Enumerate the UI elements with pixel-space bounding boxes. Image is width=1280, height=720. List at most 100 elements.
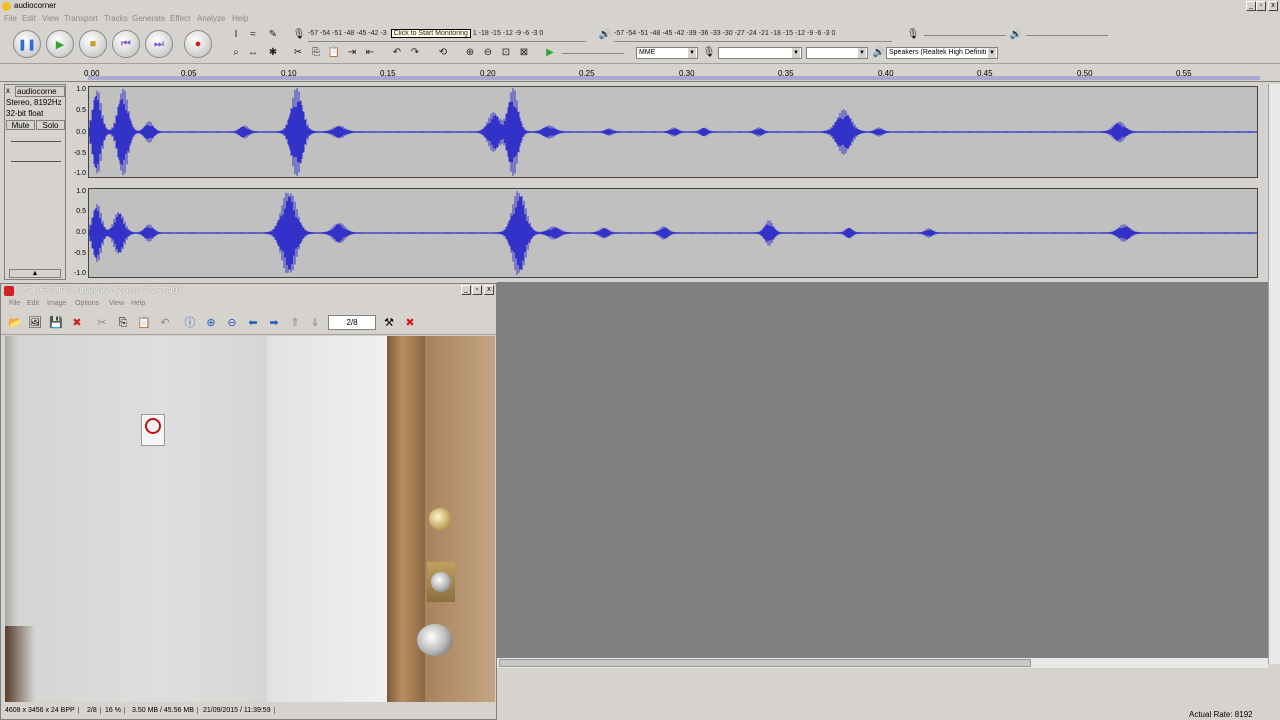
undo-icon[interactable]: ↶ [390, 46, 404, 60]
play-at-speed-icon[interactable]: ▶ [543, 46, 557, 60]
irfan-menu-options[interactable]: Options [75, 300, 99, 307]
irfan-menu-view[interactable]: View [109, 300, 124, 307]
silence-icon[interactable]: ⇤ [363, 46, 377, 60]
timeshift-tool-icon[interactable]: ↔ [246, 46, 260, 60]
input-channels-select[interactable] [806, 47, 868, 59]
menu-transport[interactable]: Transport [64, 14, 98, 23]
record-button[interactable]: ● [184, 30, 212, 58]
stop-button[interactable]: ■ [79, 30, 107, 58]
multi-tool-icon[interactable]: ✱ [266, 46, 280, 60]
gain-slider[interactable] [11, 141, 61, 142]
exit-icon[interactable]: ✖ [402, 315, 418, 331]
sync-lock-icon[interactable]: ⟲ [436, 46, 450, 60]
waveform-right-channel[interactable] [88, 188, 1258, 278]
zoom-in-icon[interactable]: ⊕ [463, 46, 477, 60]
next-icon[interactable]: ➡ [266, 315, 282, 331]
first-icon[interactable]: ⇑ [287, 315, 303, 331]
door-knob [417, 624, 453, 656]
photo-view[interactable] [5, 336, 495, 702]
menu-help[interactable]: Help [232, 14, 248, 23]
input-volume-slider[interactable] [924, 35, 1006, 36]
selection-tool-icon[interactable]: I [229, 28, 243, 42]
pan-slider[interactable] [11, 161, 61, 162]
play-button[interactable]: ▶ [46, 30, 74, 58]
irfan-menu-help[interactable]: Help [131, 300, 145, 307]
previous-icon[interactable]: ⬅ [245, 315, 261, 331]
mic-volume-icon: 🎙 [906, 29, 920, 40]
speaker-icon[interactable]: 🔊 [598, 28, 612, 42]
menu-analyze[interactable]: Analyze [197, 14, 225, 23]
save-icon[interactable]: 💾 [48, 315, 64, 331]
skip-start-button[interactable]: ⏮ [112, 30, 140, 58]
y-axis-bottom: 1.0 0.5 0.0 -0.5 -1.0 [73, 188, 86, 277]
minimize-button[interactable]: _ [1246, 1, 1256, 11]
record-meter[interactable]: -57 -54 -51 -48 -45 -42 -3 Click to Star… [308, 29, 586, 42]
settings-icon[interactable]: ⚒ [381, 315, 397, 331]
waveform-left-channel[interactable] [88, 86, 1258, 178]
open-folder-icon[interactable]: 📂 [7, 315, 23, 331]
vertical-scrollbar[interactable] [1268, 84, 1280, 664]
irfan-close-button[interactable]: x [484, 285, 494, 295]
menu-view[interactable]: View [42, 14, 59, 23]
track-name-menu[interactable]: audiocorne [15, 86, 65, 97]
irfanview-window: IMG_0695.JPG - IrfanView (Zoom: 732 x 54… [0, 283, 497, 720]
irfan-menu-image[interactable]: Image [47, 300, 66, 307]
menu-tracks[interactable]: Tracks [104, 14, 128, 23]
paste-icon[interactable]: 📋 [327, 46, 341, 60]
maximize-button[interactable]: ▫ [1256, 1, 1266, 11]
last-icon[interactable]: ⇓ [307, 315, 323, 331]
waveform-right-svg [88, 191, 1257, 275]
zoom-tool-icon[interactable]: ⌕ [229, 46, 243, 60]
output-volume-slider[interactable] [1026, 35, 1108, 36]
menu-file[interactable]: File [4, 14, 17, 23]
empty-track-area[interactable] [497, 282, 1268, 658]
fit-project-icon[interactable]: ⊠ [517, 46, 531, 60]
paste-icon[interactable]: 📋 [136, 315, 152, 331]
close-button[interactable]: x [1268, 1, 1278, 11]
page-number-field[interactable]: 2/8 [328, 315, 376, 330]
zoom-out-icon[interactable]: ⊖ [481, 46, 495, 60]
play-speed-slider[interactable] [562, 53, 624, 54]
skip-end-icon: ⏭ [154, 37, 164, 50]
collapse-track-button[interactable]: ▲ [9, 269, 61, 278]
menu-effect[interactable]: Effect [170, 14, 190, 23]
skip-end-button[interactable]: ⏭ [145, 30, 173, 58]
info-icon[interactable]: ⓘ [182, 315, 198, 331]
zoom-in-icon[interactable]: ⊕ [203, 315, 219, 331]
input-device-select[interactable] [718, 47, 802, 59]
output-device-select[interactable]: Speakers (Realtek High Definiti [886, 47, 998, 59]
horizontal-scrollbar[interactable] [497, 658, 1268, 668]
mic-icon[interactable]: 🎙 [292, 28, 306, 42]
slideshow-icon[interactable]: 🖼 [27, 315, 43, 331]
trim-icon[interactable]: ⇥ [345, 46, 359, 60]
mute-button[interactable]: Mute [6, 120, 35, 130]
stop-icon: ■ [89, 38, 97, 50]
fit-selection-icon[interactable]: ⊡ [499, 46, 513, 60]
pause-button[interactable]: ❚❚ [13, 30, 41, 58]
irfan-menu-file[interactable]: File [9, 300, 20, 307]
menu-generate[interactable]: Generate [132, 14, 165, 23]
undo-icon[interactable]: ↶ [157, 315, 173, 331]
menu-edit[interactable]: Edit [22, 14, 36, 23]
zoom-out-icon[interactable]: ⊖ [224, 315, 240, 331]
audio-host-select[interactable]: MME [636, 47, 698, 59]
cut-icon[interactable]: ✂ [291, 46, 305, 60]
draw-tool-icon[interactable]: ✎ [266, 28, 280, 42]
cut-icon[interactable]: ✂ [94, 315, 110, 331]
envelope-tool-icon[interactable]: ≈ [246, 28, 260, 42]
delete-icon[interactable]: ✖ [69, 315, 85, 331]
copy-icon[interactable]: ⎘ [115, 315, 131, 331]
play-icon: ▶ [55, 38, 65, 51]
timeline-bar[interactable] [88, 76, 1260, 80]
playback-meter[interactable]: -57 -54 -51 -48 -45 -42 -39 -36 -33 -30 … [614, 30, 892, 42]
scrollbar-thumb[interactable] [499, 659, 1031, 667]
solo-button[interactable]: Solo [36, 120, 65, 130]
irfan-maximize-button[interactable]: ▫ [472, 285, 482, 295]
irfan-minimize-button[interactable]: _ [461, 285, 471, 295]
no-smoking-sign [141, 414, 165, 446]
toolbar: ❚❚ ▶ ■ ⏮ ⏭ ● I ≈ ✎ ⌕ ↔ ✱ 🎙 -57 -54 -51 -… [0, 24, 1280, 64]
track-close-icon[interactable]: x [6, 86, 10, 95]
redo-icon[interactable]: ↷ [408, 46, 422, 60]
copy-icon[interactable]: ⎘ [309, 46, 323, 60]
irfan-menu-edit[interactable]: Edit [27, 300, 39, 307]
